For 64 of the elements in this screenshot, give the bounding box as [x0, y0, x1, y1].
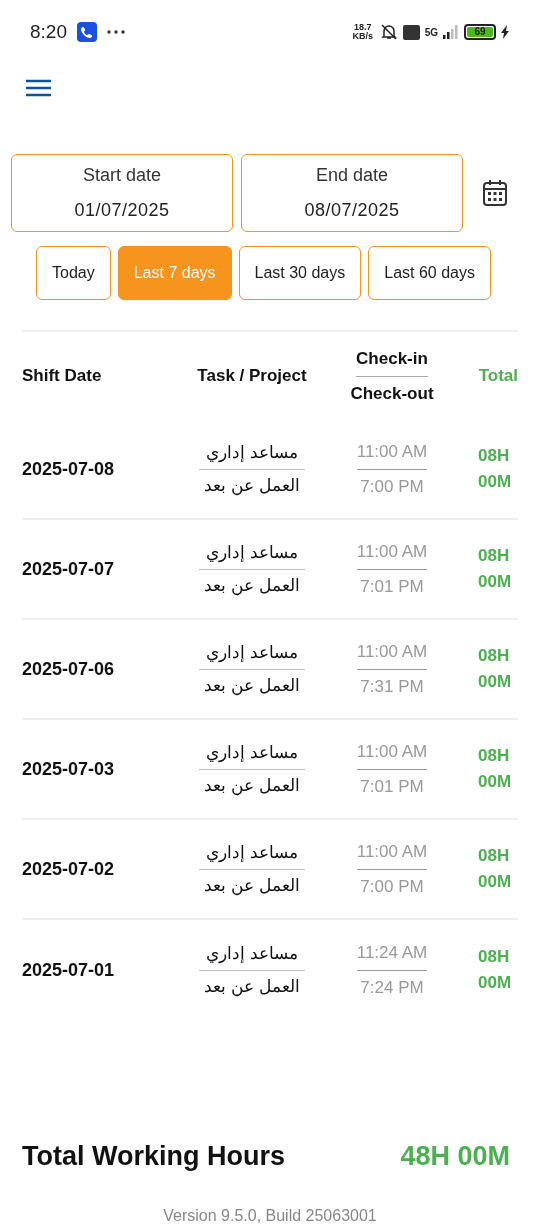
- field-label: Start date: [82, 164, 161, 187]
- total-hours: 08H 00M: [478, 645, 513, 693]
- check-in-time: 11:00 AM: [356, 439, 428, 470]
- column-header: Check-in: [356, 346, 428, 377]
- project-name: العمل عن بعد: [204, 874, 300, 898]
- column-header: Shift Date: [22, 365, 103, 388]
- table-cell-text: 2025-07-03: [22, 757, 116, 781]
- range-button[interactable]: Last 60 days: [368, 246, 491, 300]
- total-hours: 08H 00M: [478, 445, 513, 493]
- battery-level: 69: [474, 27, 486, 37]
- version-text: Version 9.5.0, Build 25063001: [163, 1207, 377, 1224]
- check-out-time: 7:00 PM: [360, 475, 424, 498]
- project-name: العمل عن بعد: [204, 574, 300, 598]
- task-name: مساعد إداري: [199, 440, 305, 470]
- check-in-time: 11:00 AM: [356, 539, 428, 570]
- check-in-time: 11:24 AM: [356, 940, 428, 971]
- muted-bell-icon: [379, 23, 398, 41]
- field-value: 08/07/2025: [304, 199, 400, 222]
- task-name: مساعد إداري: [199, 840, 305, 870]
- table-cell-text: 2025-07-06: [22, 657, 116, 681]
- task-name: مساعد إداري: [199, 540, 305, 570]
- check-in-time: 11:00 AM: [356, 839, 428, 870]
- table-cell-text: 2025-07-02: [22, 857, 116, 881]
- project-name: العمل عن بعد: [204, 674, 300, 698]
- project-name: العمل عن بعد: [204, 774, 300, 798]
- column-header: Check-out: [350, 382, 434, 405]
- check-out-time: 7:31 PM: [360, 675, 424, 698]
- table-cell-text: 2025-07-01: [22, 958, 116, 982]
- range-button[interactable]: Last 30 days: [238, 246, 362, 300]
- project-name: العمل عن بعد: [204, 975, 300, 999]
- clock-time: 8:20: [30, 19, 67, 44]
- calendar-icon[interactable]: [483, 180, 507, 206]
- total-hours: 08H 00M: [478, 745, 513, 793]
- table-cell-text: 2025-07-08: [22, 457, 116, 481]
- task-name: مساعد إداري: [199, 941, 305, 971]
- date-field[interactable]: End date 08/07/2025: [241, 154, 463, 232]
- network-speed: 18.7 KB/s: [351, 23, 374, 41]
- check-out-time: 7:01 PM: [360, 775, 424, 798]
- task-name: مساعد إداري: [199, 740, 305, 770]
- signal-icon: [443, 25, 459, 39]
- column-header: Total: [477, 365, 518, 388]
- check-out-time: 7:00 PM: [360, 875, 424, 898]
- field-label: End date: [315, 164, 389, 187]
- check-out-time: 7:01 PM: [360, 575, 424, 598]
- range-button[interactable]: Today: [36, 246, 111, 300]
- task-name: مساعد إداري: [199, 640, 305, 670]
- summary-value: 48H 00M: [400, 1140, 511, 1173]
- check-in-time: 11:00 AM: [356, 639, 428, 670]
- total-hours: 08H 00M: [478, 946, 513, 994]
- field-value: 01/07/2025: [74, 199, 170, 222]
- date-field[interactable]: Start date 01/07/2025: [11, 154, 233, 232]
- summary-label: Total Working Hours: [22, 1140, 285, 1173]
- charging-icon: [501, 25, 510, 39]
- total-hours: 08H 00M: [478, 545, 513, 593]
- network-type: 5G: [424, 25, 438, 40]
- project-name: العمل عن بعد: [204, 474, 300, 498]
- more-icon: [107, 30, 125, 34]
- check-out-time: 7:24 PM: [360, 976, 424, 999]
- total-hours: 08H 00M: [478, 845, 513, 893]
- column-header: Task / Project: [196, 365, 308, 388]
- table-cell-text: 2025-07-07: [22, 557, 116, 581]
- menu-icon[interactable]: [26, 79, 51, 97]
- check-in-time: 11:00 AM: [356, 739, 428, 770]
- phone-app-icon: [77, 22, 97, 42]
